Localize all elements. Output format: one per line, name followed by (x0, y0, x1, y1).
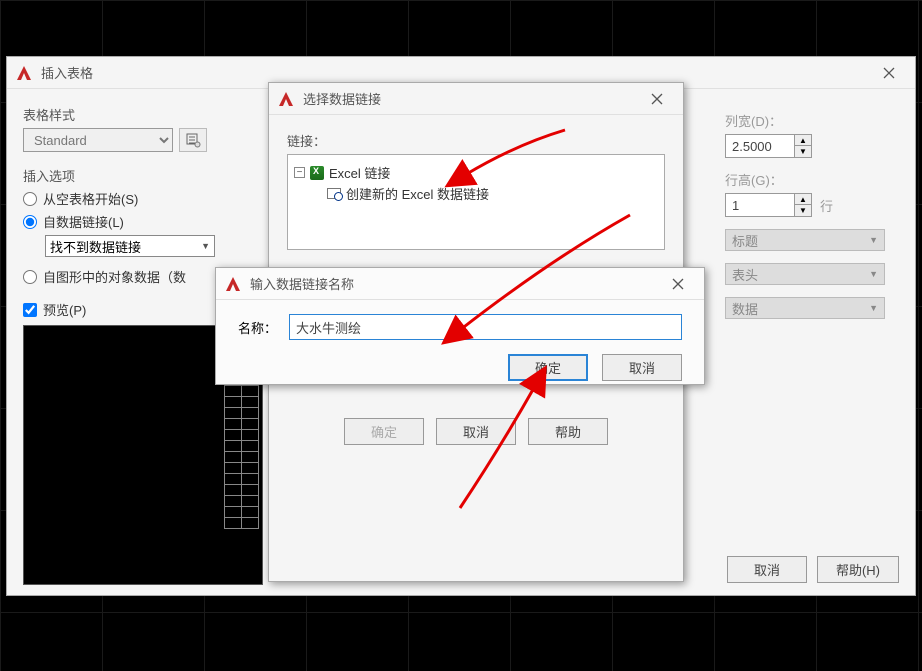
links-label: 链接： (287, 131, 665, 150)
radio-empty-table[interactable]: 从空表格开始(S) (23, 189, 263, 208)
cancel-button[interactable]: 取消 (602, 354, 682, 381)
name-label: 名称： (238, 318, 277, 337)
cancel-button[interactable]: 取消 (436, 418, 516, 445)
cell-style-data[interactable]: 数据▼ (725, 297, 885, 319)
spin-up-icon[interactable]: ▲ (795, 194, 811, 205)
dialog-title: 选择数据链接 (303, 89, 381, 108)
close-icon[interactable] (660, 272, 696, 295)
spin-down-icon[interactable]: ▼ (795, 205, 811, 216)
tree-root-excel[interactable]: − Excel 链接 (294, 163, 658, 182)
cancel-button[interactable]: 取消 (727, 556, 807, 583)
cell-style-title[interactable]: 标题▼ (725, 229, 885, 251)
tree-collapse-icon[interactable]: − (294, 167, 305, 178)
col-width-label: 列宽(D)： (725, 111, 895, 130)
autocad-icon (277, 90, 295, 108)
checkbox-label: 预览(P) (43, 300, 86, 319)
row-unit: 行 (820, 196, 833, 215)
enter-name-dialog: 输入数据链接名称 名称： 确定 取消 (215, 267, 705, 385)
dialog-title: 输入数据链接名称 (250, 274, 354, 293)
style-label: 表格样式 (23, 105, 263, 124)
radio-label: 自图形中的对象数据（数 (43, 267, 186, 286)
name-input[interactable] (289, 314, 682, 340)
tree-label: Excel 链接 (329, 163, 390, 182)
row-height-input[interactable] (725, 193, 795, 217)
new-link-icon (327, 188, 341, 199)
help-button[interactable]: 帮助(H) (817, 556, 899, 583)
tree-item-create-link[interactable]: 创建新的 Excel 数据链接 (326, 184, 658, 203)
radio-data-link[interactable]: 自数据链接(L) (23, 212, 263, 231)
link-tree[interactable]: − Excel 链接 创建新的 Excel 数据链接 (287, 154, 665, 250)
radio-label: 自数据链接(L) (43, 212, 124, 231)
autocad-icon (15, 64, 33, 82)
col-width-input[interactable] (725, 134, 795, 158)
row-height-spinner[interactable]: ▲▼ (725, 193, 812, 217)
dialog-title: 插入表格 (41, 63, 93, 82)
chevron-down-icon: ▼ (869, 303, 878, 313)
ok-button[interactable]: 确定 (508, 354, 588, 381)
table-style-select[interactable]: Standard (23, 128, 173, 152)
cell-style-header[interactable]: 表头▼ (725, 263, 885, 285)
excel-icon (310, 166, 324, 180)
titlebar[interactable]: 选择数据链接 (269, 83, 683, 115)
autocad-icon (224, 275, 242, 293)
radio-label: 从空表格开始(S) (43, 189, 138, 208)
chevron-down-icon: ▼ (869, 269, 878, 279)
help-button[interactable]: 帮助 (528, 418, 608, 445)
col-width-spinner[interactable]: ▲▼ (725, 134, 812, 158)
chevron-down-icon: ▼ (201, 241, 210, 251)
row-height-label: 行高(G)： (725, 170, 895, 189)
tree-label: 创建新的 Excel 数据链接 (346, 184, 489, 203)
data-link-value: 找不到数据链接 (50, 237, 141, 256)
ok-button: 确定 (344, 418, 424, 445)
spin-down-icon[interactable]: ▼ (795, 146, 811, 157)
chevron-down-icon: ▼ (869, 235, 878, 245)
style-manage-button[interactable] (179, 128, 207, 152)
data-link-select[interactable]: 找不到数据链接 ▼ (45, 235, 215, 257)
titlebar[interactable]: 输入数据链接名称 (216, 268, 704, 300)
close-icon[interactable] (871, 61, 907, 84)
spin-up-icon[interactable]: ▲ (795, 135, 811, 146)
insert-options-label: 插入选项 (23, 166, 263, 185)
close-icon[interactable] (639, 87, 675, 110)
